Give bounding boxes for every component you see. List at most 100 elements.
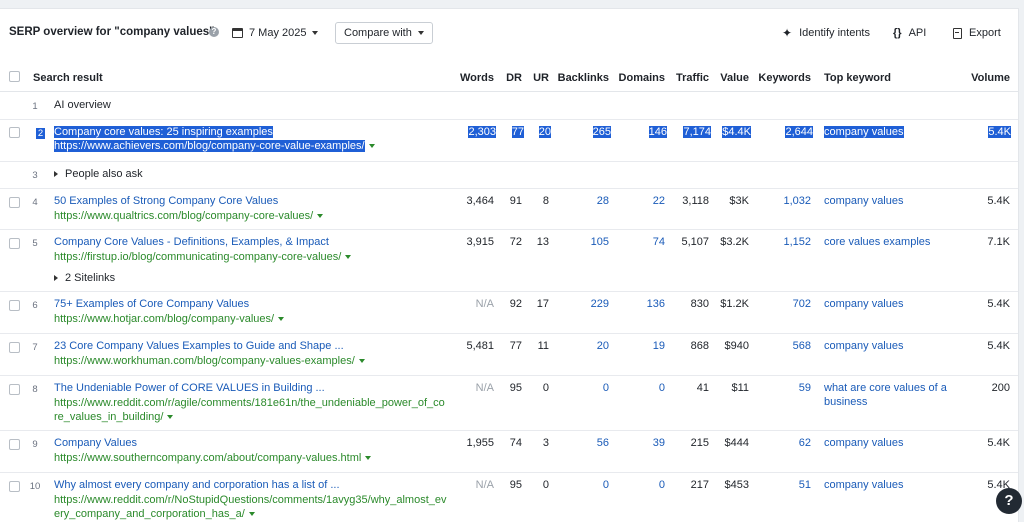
- col-search-result[interactable]: Search result: [33, 72, 103, 84]
- top-keyword-link[interactable]: company values: [824, 298, 904, 310]
- col-domains[interactable]: Domains: [612, 72, 665, 84]
- col-volume[interactable]: Volume: [960, 72, 1010, 84]
- help-chat-button[interactable]: ?: [996, 488, 1022, 514]
- col-value[interactable]: Value: [712, 72, 749, 84]
- backlinks-value[interactable]: 56: [555, 437, 609, 449]
- top-keyword-link[interactable]: company values: [824, 195, 904, 207]
- result-title-link[interactable]: Why almost every company and corporation…: [54, 479, 340, 491]
- volume-value: 5.4K: [987, 437, 1010, 449]
- result-url[interactable]: https://www.southerncompany.com/about/co…: [54, 452, 372, 464]
- col-ur[interactable]: UR: [522, 72, 549, 84]
- words-value: 5,481: [466, 340, 494, 352]
- keywords-value[interactable]: 51: [752, 479, 811, 491]
- feature-row-ai-overview[interactable]: 1 AI overview: [0, 92, 1018, 120]
- chevron-down-icon[interactable]: [248, 512, 255, 517]
- result-title-link[interactable]: Company Values: [54, 437, 137, 449]
- top-keyword-link-line1[interactable]: what are core values of a: [824, 382, 947, 394]
- dr-value: 72: [509, 236, 522, 248]
- help-icon[interactable]: ?: [209, 27, 219, 37]
- result-url-line2[interactable]: re_values_in_building/: [54, 411, 174, 423]
- chevron-down-icon[interactable]: [358, 359, 365, 364]
- result-url[interactable]: https://firstup.io/blog/communicating-co…: [54, 251, 352, 263]
- keywords-value[interactable]: 1,032: [752, 195, 811, 207]
- col-backlinks[interactable]: Backlinks: [555, 72, 609, 84]
- domains-value[interactable]: 146: [612, 126, 667, 138]
- chevron-down-icon[interactable]: [365, 456, 372, 461]
- result-url-line1[interactable]: https://www.reddit.com/r/NoStupidQuestio…: [54, 494, 447, 506]
- feature-row-people-also-ask[interactable]: 3 People also ask: [0, 162, 1018, 189]
- domains-value[interactable]: 22: [612, 195, 665, 207]
- row-checkbox[interactable]: [9, 238, 20, 249]
- col-keywords[interactable]: Keywords: [752, 72, 811, 84]
- result-title-link[interactable]: Company Core Values - Definitions, Examp…: [54, 236, 329, 248]
- backlinks-value[interactable]: 265: [555, 126, 611, 138]
- chevron-down-icon[interactable]: [368, 144, 375, 149]
- row-checkbox[interactable]: [9, 197, 20, 208]
- backlinks-value[interactable]: 28: [555, 195, 609, 207]
- result-title-link[interactable]: 50 Examples of Strong Company Core Value…: [54, 195, 278, 207]
- value-value: $4.4K: [722, 126, 751, 138]
- top-keyword-link[interactable]: core values examples: [824, 236, 930, 248]
- row-checkbox[interactable]: [9, 439, 20, 450]
- sitelinks-expander[interactable]: 2 Sitelinks: [54, 272, 115, 284]
- top-keyword-link[interactable]: company values: [824, 479, 904, 491]
- domains-value[interactable]: 74: [612, 236, 665, 248]
- backlinks-value[interactable]: 0: [555, 382, 609, 394]
- traffic-value: 7,174: [683, 126, 711, 138]
- domains-value[interactable]: 19: [612, 340, 665, 352]
- chevron-down-icon[interactable]: [278, 317, 285, 322]
- domains-value[interactable]: 0: [612, 382, 665, 394]
- keywords-value[interactable]: 702: [752, 298, 811, 310]
- top-keyword-link-line2[interactable]: business: [824, 396, 867, 408]
- col-words[interactable]: Words: [440, 72, 494, 84]
- row-checkbox[interactable]: [9, 127, 20, 138]
- backlinks-value[interactable]: 0: [555, 479, 609, 491]
- row-checkbox[interactable]: [9, 384, 20, 395]
- table-header: Search result Words DR UR Backlinks Doma…: [0, 60, 1018, 92]
- domains-value[interactable]: 136: [612, 298, 665, 310]
- backlinks-value[interactable]: 105: [555, 236, 609, 248]
- result-url[interactable]: https://www.workhuman.com/blog/company-v…: [54, 355, 365, 367]
- col-top-keyword[interactable]: Top keyword: [824, 72, 891, 84]
- keywords-value[interactable]: 568: [752, 340, 811, 352]
- top-keyword-link[interactable]: company values: [824, 340, 904, 352]
- col-traffic[interactable]: Traffic: [668, 72, 709, 84]
- result-url[interactable]: https://www.achievers.com/blog/company-c…: [54, 140, 375, 152]
- col-dr[interactable]: DR: [495, 72, 522, 84]
- top-keyword-link[interactable]: company values: [824, 126, 904, 138]
- row-checkbox[interactable]: [9, 342, 20, 353]
- result-title-link[interactable]: Company core values: 25 inspiring exampl…: [54, 126, 273, 138]
- domains-value[interactable]: 39: [612, 437, 665, 449]
- keywords-value[interactable]: 62: [752, 437, 811, 449]
- chevron-down-icon[interactable]: [345, 255, 352, 260]
- identify-intents-button[interactable]: ✦ Identify intents: [782, 22, 870, 44]
- row-checkbox[interactable]: [9, 300, 20, 311]
- row-checkbox[interactable]: [9, 481, 20, 492]
- export-button[interactable]: Export: [953, 22, 1001, 44]
- position-number: 7: [32, 342, 38, 353]
- chevron-down-icon[interactable]: [167, 415, 174, 420]
- result-title-link[interactable]: 75+ Examples of Core Company Values: [54, 298, 249, 310]
- position-number: 4: [32, 197, 38, 208]
- backlinks-value[interactable]: 229: [555, 298, 609, 310]
- date-picker[interactable]: 7 May 2025: [232, 22, 319, 44]
- keywords-value[interactable]: 2,644: [752, 126, 813, 138]
- backlinks-value[interactable]: 20: [555, 340, 609, 352]
- compare-with-button[interactable]: Compare with: [335, 22, 433, 44]
- select-all-checkbox[interactable]: [9, 71, 20, 82]
- keywords-value[interactable]: 1,152: [752, 236, 811, 248]
- result-url-line2[interactable]: ery_company_and_corporation_has_a/: [54, 508, 255, 520]
- result-title-link[interactable]: The Undeniable Power of CORE VALUES in B…: [54, 382, 325, 394]
- traffic-value: 215: [690, 437, 709, 449]
- result-url-line1[interactable]: https://www.reddit.com/r/agile/comments/…: [54, 397, 445, 409]
- api-button[interactable]: {} API: [893, 22, 926, 44]
- export-icon: [953, 27, 962, 39]
- result-url[interactable]: https://www.qualtrics.com/blog/company-c…: [54, 210, 324, 222]
- keywords-value[interactable]: 59: [752, 382, 811, 394]
- chevron-down-icon[interactable]: [317, 214, 324, 219]
- domains-value[interactable]: 0: [612, 479, 665, 491]
- result-url[interactable]: https://www.hotjar.com/blog/company-valu…: [54, 313, 285, 325]
- top-keyword-link[interactable]: company values: [824, 437, 904, 449]
- feature-expander[interactable]: People also ask: [54, 168, 143, 180]
- result-title-link[interactable]: 23 Core Company Values Examples to Guide…: [54, 340, 344, 352]
